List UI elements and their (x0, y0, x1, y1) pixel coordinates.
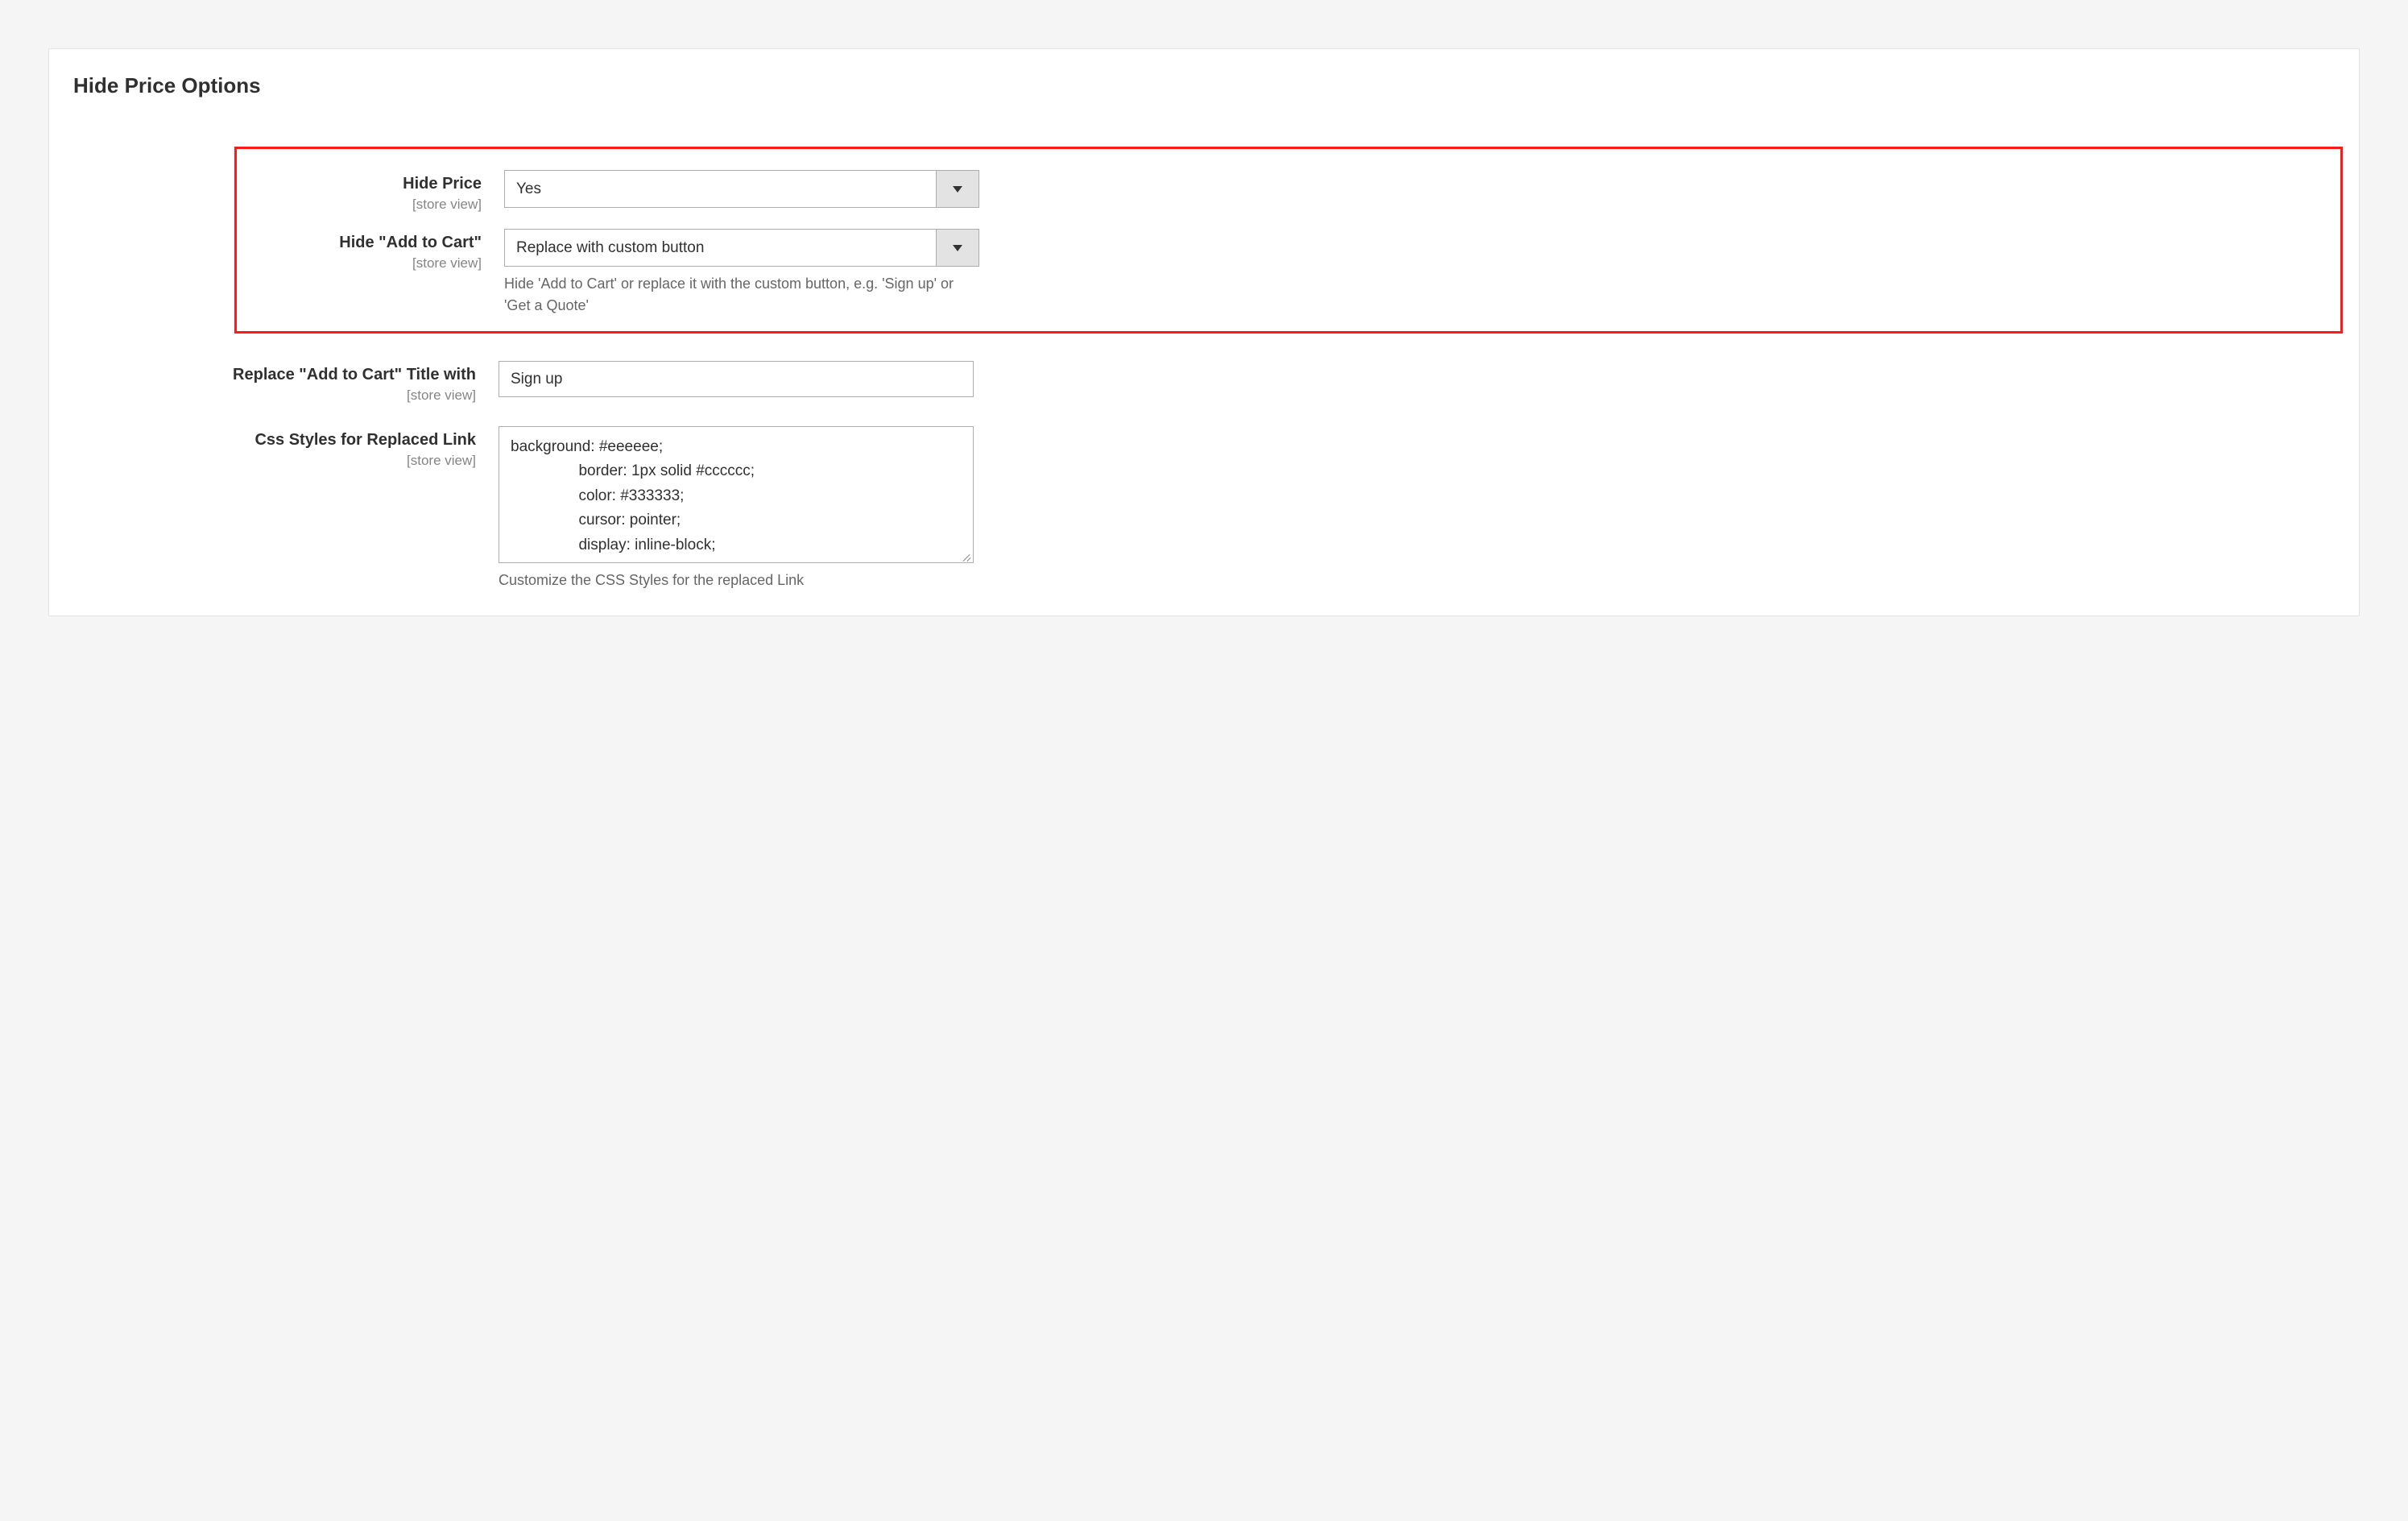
css-styles-textarea-wrap (499, 426, 974, 563)
replace-title-label: Replace "Add to Cart" Title with (233, 366, 476, 383)
label-col: Hide Price [store view] (256, 170, 504, 213)
input-col (499, 361, 974, 397)
css-styles-note: Customize the CSS Styles for the replace… (499, 570, 974, 591)
field-row-css-styles: Css Styles for Replaced Link [store view… (73, 426, 2335, 591)
chevron-down-icon (936, 171, 979, 207)
hide-price-options-panel: Hide Price Options Hide Price [store vie… (48, 48, 2360, 616)
hide-price-label: Hide Price (403, 175, 482, 193)
input-col: Yes (504, 170, 979, 208)
hide-price-select-value: Yes (505, 171, 936, 207)
hide-price-select[interactable]: Yes (504, 170, 979, 208)
field-row-hide-price: Hide Price [store view] Yes (256, 170, 2321, 213)
highlight-box: Hide Price [store view] Yes Hide "Add to… (234, 147, 2343, 334)
replace-title-input[interactable] (499, 361, 974, 397)
label-col: Replace "Add to Cart" Title with [store … (73, 361, 499, 404)
input-col: Replace with custom button Hide 'Add to … (504, 229, 979, 317)
label-col: Css Styles for Replaced Link [store view… (73, 426, 499, 469)
scope-text: [store view] (256, 197, 482, 213)
hide-add-to-cart-select[interactable]: Replace with custom button (504, 229, 979, 267)
chevron-down-icon (936, 230, 979, 266)
field-row-hide-add-to-cart: Hide "Add to Cart" [store view] Replace … (256, 229, 2321, 317)
css-styles-textarea[interactable] (499, 427, 973, 562)
scope-text: [store view] (73, 388, 476, 404)
hide-add-to-cart-label: Hide "Add to Cart" (339, 234, 482, 251)
scope-text: [store view] (256, 255, 482, 271)
hide-add-to-cart-note: Hide 'Add to Cart' or replace it with th… (504, 273, 979, 317)
panel-title: Hide Price Options (73, 73, 2335, 98)
hide-add-to-cart-select-value: Replace with custom button (505, 230, 936, 266)
css-styles-label: Css Styles for Replaced Link (254, 431, 476, 449)
scope-text: [store view] (73, 453, 476, 469)
label-col: Hide "Add to Cart" [store view] (256, 229, 504, 271)
input-col: Customize the CSS Styles for the replace… (499, 426, 974, 591)
field-row-replace-title: Replace "Add to Cart" Title with [store … (73, 361, 2335, 404)
